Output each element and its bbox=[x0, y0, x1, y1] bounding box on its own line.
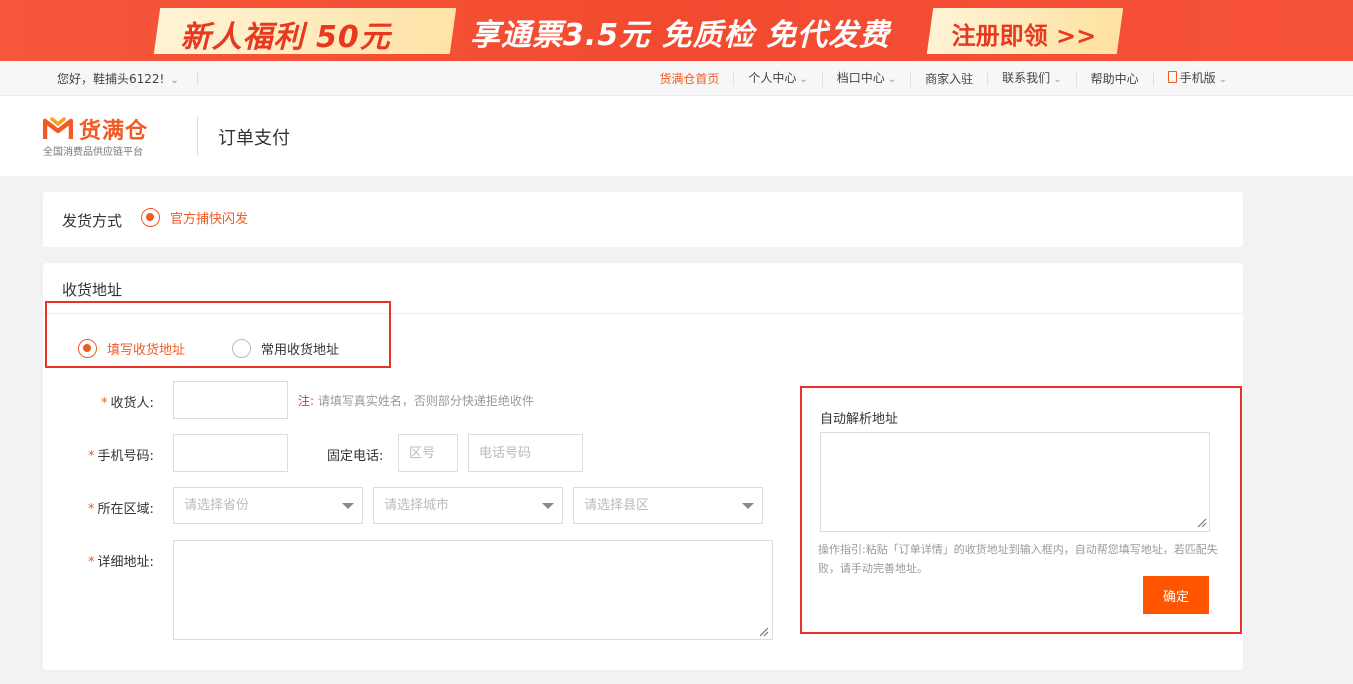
nav-home-label: 货满仓首页 bbox=[659, 71, 720, 86]
required-mark: * bbox=[88, 502, 95, 517]
nav-stall-center[interactable]: 档口中心 ⌄ bbox=[823, 70, 912, 87]
nav-help-label: 帮助中心 bbox=[1090, 71, 1139, 86]
top-nav: 您好，鞋捕头6122! ⌄ 货满仓首页 个人中心 ⌄ 档口中心 ⌄ 商家入驻 联系我们… bbox=[0, 61, 1353, 96]
tab-saved-address[interactable]: 常用收货地址 bbox=[232, 339, 339, 358]
required-mark: * bbox=[101, 396, 108, 411]
nav-contact[interactable]: 联系我们 ⌄ bbox=[988, 70, 1077, 87]
province-select[interactable]: 请选择省份 bbox=[173, 487, 363, 524]
shipping-option-fast[interactable]: 官方捕快闪发 bbox=[141, 208, 248, 227]
page-header: 货满仓 全国消费品供应链平台 订单支付 bbox=[0, 96, 1353, 176]
divider bbox=[197, 71, 198, 85]
nav-personal-center[interactable]: 个人中心 ⌄ bbox=[734, 70, 823, 87]
banner-perks: 享通票3.5元 免质检 免代发费 bbox=[470, 18, 891, 53]
chevron-down-icon: ⌄ bbox=[799, 73, 808, 85]
nav-help[interactable]: 帮助中心 bbox=[1077, 71, 1154, 86]
logo-text: 货满仓 bbox=[79, 119, 149, 144]
nav-merchant-join[interactable]: 商家入驻 bbox=[911, 71, 989, 86]
nav-mobile-label: 手机版 bbox=[1179, 70, 1216, 85]
chevron-down-icon: ⌄ bbox=[887, 73, 897, 85]
note-key: 注: bbox=[298, 394, 315, 408]
shipping-method-label: 发货方式 bbox=[62, 212, 123, 230]
nav-mobile[interactable]: 手机版 ⌄ bbox=[1154, 70, 1241, 87]
city-placeholder: 请选择城市 bbox=[384, 498, 450, 513]
required-mark: * bbox=[88, 449, 95, 464]
tel-number-input[interactable] bbox=[468, 434, 583, 472]
phone-label: * 手机号码: bbox=[88, 445, 154, 464]
logo-subtitle: 全国消费品供应链平台 bbox=[43, 147, 143, 158]
nav-merchant-join-label: 商家入驻 bbox=[925, 71, 974, 86]
auto-parse-help: 操作指引:粘贴「订单详情」的收货地址到输入框内，自动帮您填写地址，若匹配失败，请… bbox=[818, 543, 1218, 575]
banner-offer: 新人福利 50元 bbox=[180, 20, 391, 55]
caret-down-icon bbox=[742, 503, 754, 509]
promo-banner[interactable]: 新人福利 50元 享通票3.5元 免质检 免代发费 注册即领 >> bbox=[0, 0, 1353, 61]
receiver-note: 注: 请填写真实姓名，否则部分快递拒绝收件 bbox=[298, 392, 534, 409]
banner-cta-block[interactable]: 注册即领 >> bbox=[926, 8, 1124, 54]
user-greeting[interactable]: 您好，鞋捕头6122! ⌄ bbox=[57, 70, 179, 87]
radio-selected-icon[interactable] bbox=[78, 339, 97, 358]
shipping-option-label: 官方捕快闪发 bbox=[170, 212, 249, 227]
radio-selected-icon[interactable] bbox=[141, 208, 160, 227]
mobile-phone-icon bbox=[1167, 70, 1177, 83]
tab-fill-address-label: 填写收货地址 bbox=[107, 343, 186, 358]
caret-down-icon bbox=[342, 503, 354, 509]
shipping-address-panel: 收货地址 填写收货地址 常用收货地址 * 收货人: 注: 请填写真实姓名，否则部分… bbox=[43, 263, 1243, 670]
county-placeholder: 请选择县区 bbox=[584, 498, 650, 513]
note-text: 请填写真实姓名，否则部分快递拒绝收件 bbox=[317, 394, 534, 408]
detail-address-label-text: 详细地址: bbox=[97, 555, 154, 570]
nav-personal-center-label: 个人中心 bbox=[748, 70, 797, 85]
greeting-text: 您好，鞋捕头6122! bbox=[57, 72, 165, 86]
required-mark: * bbox=[88, 555, 95, 570]
auto-parse-box: 自动解析地址 操作指引:粘贴「订单详情」的收货地址到输入框内，自动帮您填写地址，… bbox=[800, 386, 1242, 634]
page-title: 订单支付 bbox=[218, 128, 290, 149]
region-label-text: 所在区域: bbox=[97, 502, 154, 517]
tab-fill-address[interactable]: 填写收货地址 bbox=[78, 339, 185, 358]
logo-mark-icon bbox=[43, 117, 73, 139]
caret-down-icon bbox=[542, 503, 554, 509]
site-logo[interactable]: 货满仓 全国消费品供应链平台 bbox=[43, 113, 193, 158]
fixed-phone-label: 固定电话: bbox=[327, 449, 384, 464]
receiver-label: * 收货人: bbox=[101, 392, 154, 411]
region-label: * 所在区域: bbox=[88, 498, 154, 517]
tab-saved-address-label: 常用收货地址 bbox=[261, 343, 340, 358]
nav-home[interactable]: 货满仓首页 bbox=[645, 71, 735, 86]
chevron-down-icon: ⌄ bbox=[1218, 73, 1227, 85]
divider bbox=[197, 116, 198, 156]
county-select[interactable]: 请选择县区 bbox=[573, 487, 763, 524]
nav-contact-label: 联系我们 bbox=[1002, 70, 1051, 85]
auto-parse-title: 自动解析地址 bbox=[820, 412, 899, 427]
chevron-down-icon: ⌄ bbox=[1053, 73, 1062, 85]
banner-offer-block: 新人福利 50元 bbox=[153, 8, 457, 55]
chevron-down-icon: ⌄ bbox=[170, 75, 179, 86]
resize-grip-icon[interactable] bbox=[757, 625, 769, 637]
resize-grip-icon[interactable] bbox=[1195, 516, 1207, 528]
phone-input[interactable] bbox=[173, 434, 288, 472]
detail-address-label: * 详细地址: bbox=[88, 551, 154, 570]
address-title: 收货地址 bbox=[62, 281, 123, 299]
detail-address-textarea[interactable] bbox=[173, 540, 773, 640]
city-select[interactable]: 请选择城市 bbox=[373, 487, 563, 524]
confirm-button[interactable]: 确定 bbox=[1143, 576, 1209, 614]
receiver-label-text: 收货人: bbox=[110, 396, 154, 411]
area-code-input[interactable] bbox=[398, 434, 458, 472]
auto-parse-textarea[interactable] bbox=[820, 432, 1210, 532]
banner-cta[interactable]: 注册即领 >> bbox=[952, 16, 1097, 51]
shipping-method-panel: 发货方式 官方捕快闪发 bbox=[43, 192, 1243, 247]
radio-unselected-icon[interactable] bbox=[232, 339, 251, 358]
nav-links: 货满仓首页 个人中心 ⌄ 档口中心 ⌄ 商家入驻 联系我们 ⌄ 帮助中心 手机版 ⌄ bbox=[645, 61, 1241, 96]
phone-label-text: 手机号码: bbox=[97, 449, 154, 464]
nav-stall-center-label: 档口中心 bbox=[836, 70, 885, 85]
receiver-input[interactable] bbox=[173, 381, 288, 419]
province-placeholder: 请选择省份 bbox=[184, 498, 250, 513]
